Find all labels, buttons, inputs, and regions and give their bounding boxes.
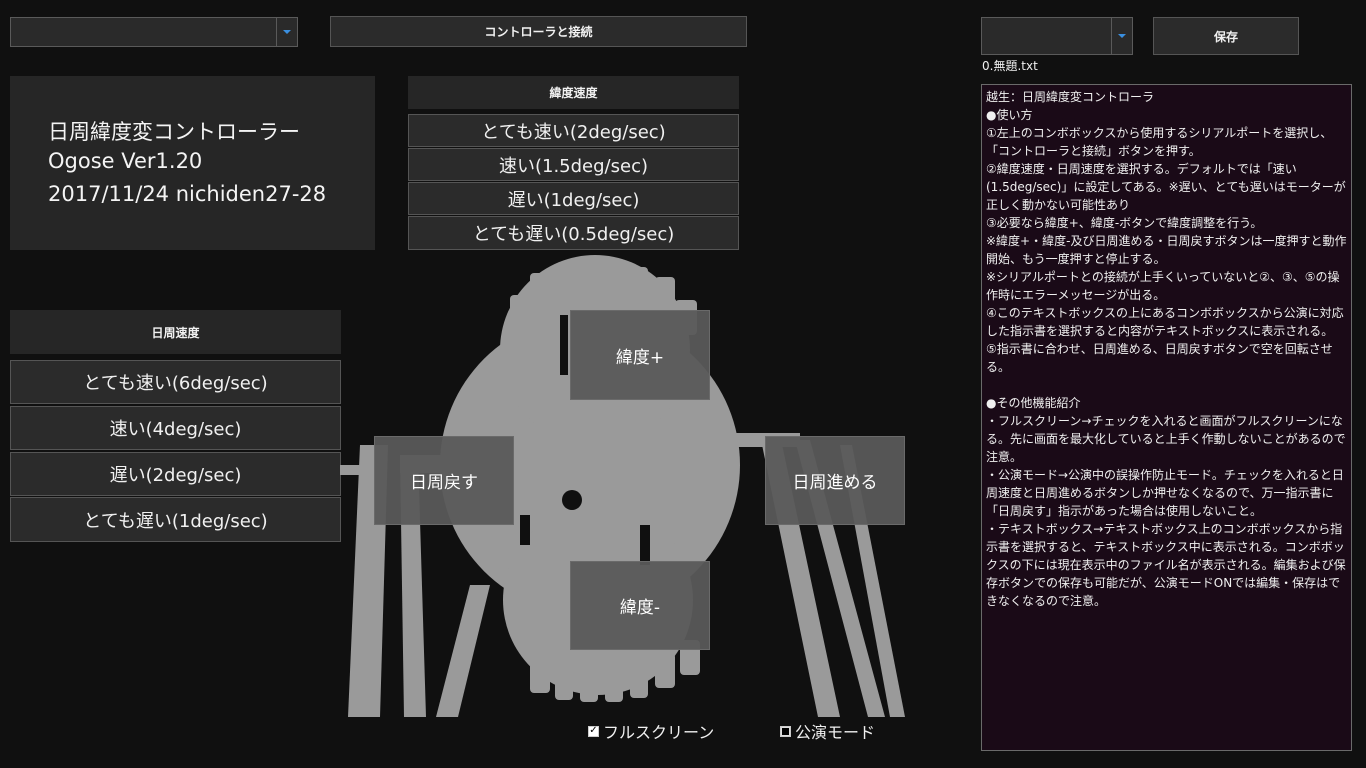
connect-controller-button[interactable]: コントローラと接続 <box>330 16 747 47</box>
app-version: Ogose Ver1.20 <box>48 149 203 173</box>
lat-speed-very-slow-button[interactable]: とても遅い(0.5deg/sec) <box>408 216 739 250</box>
diurnal-speed-very-fast-button[interactable]: とても速い(6deg/sec) <box>10 360 341 404</box>
latitude-speed-header: 緯度速度 <box>408 76 739 109</box>
diurnal-speed-fast-button[interactable]: 速い(4deg/sec) <box>10 406 341 450</box>
combo-dropdown-button[interactable] <box>276 18 297 46</box>
chevron-down-icon <box>1118 34 1126 38</box>
diurnal-speed-header: 日周速度 <box>10 310 341 354</box>
fullscreen-label: フルスクリーン <box>603 723 715 742</box>
performance-mode-label: 公演モード <box>795 723 876 742</box>
lat-speed-slow-button[interactable]: 遅い(1deg/sec) <box>408 182 739 215</box>
instruction-textbox[interactable]: 越生：日周緯度変コントローラ ●使い方 ①左上のコンボボックスから使用するシリア… <box>981 84 1352 751</box>
lat-speed-very-fast-button[interactable]: とても速い(2deg/sec) <box>408 114 739 147</box>
diurnal-forward-button[interactable]: 日周進める <box>765 436 905 525</box>
current-file-name: 0.無題.txt <box>982 59 1038 73</box>
app-date: 2017/11/24 nichiden27-28 <box>48 182 327 206</box>
lat-speed-fast-button[interactable]: 速い(1.5deg/sec) <box>408 148 739 181</box>
app-title: 日周緯度変コントローラー <box>48 120 300 144</box>
performance-mode-checkbox[interactable]: 公演モード <box>780 719 875 743</box>
instruction-file-combo[interactable] <box>981 17 1133 55</box>
fullscreen-checkbox[interactable]: ✓ フルスクリーン <box>588 719 714 743</box>
diurnal-speed-very-slow-button[interactable]: とても遅い(1deg/sec) <box>10 497 341 542</box>
combo-dropdown-button[interactable] <box>1111 18 1132 54</box>
latitude-minus-button[interactable]: 緯度- <box>570 561 710 650</box>
diurnal-speed-slow-button[interactable]: 遅い(2deg/sec) <box>10 452 341 496</box>
latitude-plus-button[interactable]: 緯度+ <box>570 310 710 400</box>
checkbox-indeterminate-icon[interactable] <box>780 725 791 737</box>
save-button[interactable]: 保存 <box>1153 17 1299 55</box>
serial-port-combo[interactable] <box>10 17 298 47</box>
chevron-down-icon <box>283 30 291 34</box>
app-info-panel: 日周緯度変コントローラー Ogose Ver1.20 2017/11/24 ni… <box>10 76 375 250</box>
diurnal-back-button[interactable]: 日周戻す <box>374 436 514 525</box>
checkbox-checked-icon[interactable]: ✓ <box>588 725 599 737</box>
